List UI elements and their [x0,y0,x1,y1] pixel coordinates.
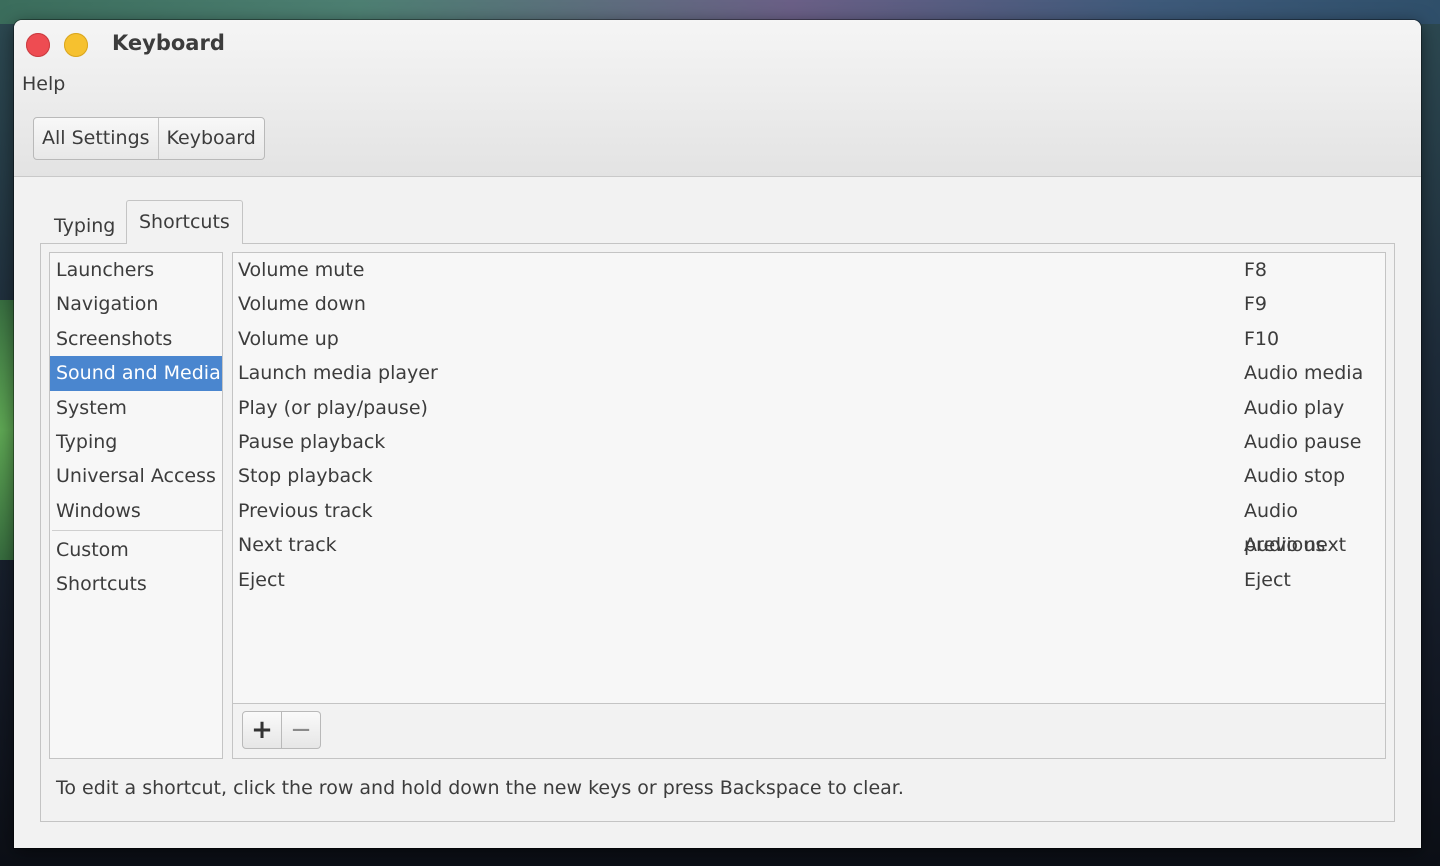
shortcut-key: F9 [1244,293,1268,316]
shortcut-key: Audio pause [1244,430,1362,453]
remove-shortcut-button[interactable]: − [282,711,321,749]
plus-icon: + [251,715,273,745]
category-divider [52,530,222,532]
keyboard-settings-window: Keyboard Help All Settings Keyboard Typi… [14,20,1421,848]
shortcut-key: Audio media [1244,362,1364,385]
tab-typing[interactable]: Typing [42,208,127,244]
shortcut-row[interactable]: Eject Eject [233,563,1385,597]
shortcut-key: F10 [1244,327,1280,350]
category-custom-shortcuts[interactable]: Custom Shortcuts [50,533,222,595]
shortcut-action: Previous track [238,499,373,522]
add-shortcut-button[interactable]: + [242,711,282,749]
shortcut-row[interactable]: Volume down F9 [233,287,1385,321]
breadcrumb-keyboard[interactable]: Keyboard [157,118,264,159]
category-screenshots[interactable]: Screenshots [50,322,222,356]
shortcut-key: Audio stop [1244,465,1346,488]
shortcut-row[interactable]: Next track Audio next [233,528,1385,562]
shortcuts-panel: Launchers Navigation Screenshots Sound a… [40,243,1395,822]
category-list: Launchers Navigation Screenshots Sound a… [49,252,223,759]
shortcut-action: Volume mute [238,259,365,281]
category-universal-access[interactable]: Universal Access [50,459,222,493]
shortcut-action: Pause playback [238,430,386,453]
breadcrumb-all-settings[interactable]: All Settings [34,118,158,159]
shortcut-key: F8 [1244,259,1268,281]
shortcut-action: Next track [238,534,337,557]
breadcrumb: All Settings Keyboard [33,117,265,160]
category-sound-and-media[interactable]: Sound and Media [50,356,222,391]
shortcut-action: Volume down [238,293,366,316]
shortcut-action: Eject [238,568,285,591]
window-title: Keyboard [112,31,225,55]
shortcut-row[interactable]: Play (or play/pause) Audio play [233,391,1385,425]
category-launchers[interactable]: Launchers [50,253,222,287]
shortcut-row[interactable]: Stop playback Audio stop [233,459,1385,493]
minus-icon: − [290,715,312,745]
shortcut-action: Launch media player [238,362,438,385]
shortcut-list: Volume mute F8 Volume down F9 Volume up F10… [233,253,1385,704]
shortcut-action: Play (or play/pause) [238,396,428,419]
minimize-window-button[interactable] [64,33,88,57]
shortcut-list-container: Volume mute F8 Volume down F9 Volume up F10… [232,252,1386,759]
shortcut-key: Eject [1244,568,1291,591]
menu-help[interactable]: Help [22,73,65,95]
shortcut-toolbar: + − [242,711,321,749]
shortcut-row[interactable]: Volume up F10 [233,322,1385,356]
window-header: Keyboard Help All Settings Keyboard [14,20,1421,177]
shortcut-row[interactable]: Previous track Audio previous [233,494,1385,556]
help-hint-text: To edit a shortcut, click the row and ho… [56,777,904,799]
shortcut-row[interactable]: Launch media player Audio media [233,356,1385,390]
shortcut-row[interactable]: Pause playback Audio pause [233,425,1385,459]
category-typing[interactable]: Typing [50,425,222,459]
close-window-button[interactable] [26,33,50,57]
category-system[interactable]: System [50,391,222,425]
shortcut-row[interactable]: Volume mute F8 [233,253,1385,287]
shortcut-key: Audio next [1244,534,1347,557]
shortcut-action: Stop playback [238,465,373,488]
shortcut-key: Audio play [1244,396,1345,419]
category-navigation[interactable]: Navigation [50,287,222,321]
tab-shortcuts[interactable]: Shortcuts [126,200,243,244]
shortcut-action: Volume up [238,327,339,350]
category-windows[interactable]: Windows [50,494,222,528]
